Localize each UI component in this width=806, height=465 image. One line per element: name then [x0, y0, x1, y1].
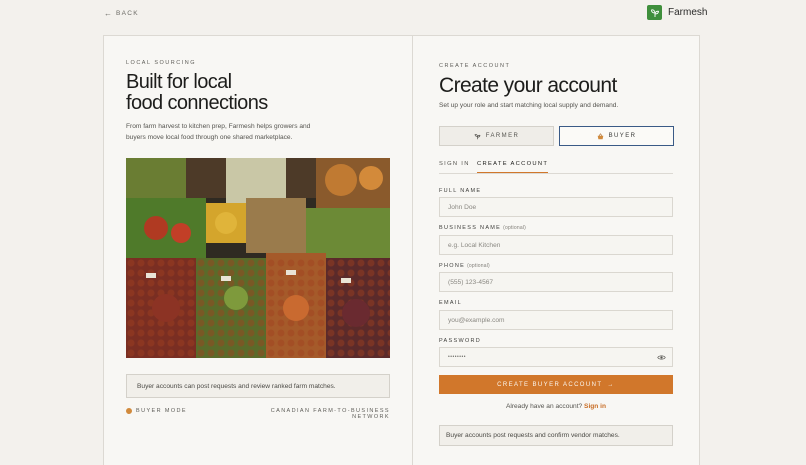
- sign-in-link[interactable]: Sign in: [584, 403, 606, 410]
- phone-label: PHONE (optional): [439, 263, 490, 269]
- buyer-info-box: Buyer accounts post requests and confirm…: [439, 425, 673, 446]
- business-name-optional: (optional): [503, 225, 526, 231]
- email-label: EMAIL: [439, 300, 462, 306]
- intro-panel: LOCAL SOURCING Built for local food conn…: [104, 36, 413, 465]
- mode-label: BUYER MODE: [136, 408, 187, 414]
- phone-input[interactable]: (555) 123-4567: [439, 272, 673, 292]
- create-buyer-account-label: CREATE BUYER ACCOUNT: [497, 381, 603, 388]
- buyer-note: Buyer accounts can post requests and rev…: [126, 374, 390, 398]
- form-eyebrow: CREATE ACCOUNT: [439, 63, 511, 69]
- phone-optional: (optional): [467, 263, 490, 269]
- role-buyer-button[interactable]: BUYER: [559, 126, 674, 146]
- intro-text: From farm harvest to kitchen prep, Farme…: [126, 123, 311, 141]
- headline-line-2: food connections: [126, 92, 268, 114]
- auth-tabs: SIGN IN CREATE ACCOUNT: [439, 158, 673, 174]
- mode-indicator: BUYER MODE: [126, 408, 187, 414]
- sprout-icon: [474, 133, 481, 139]
- produce-photo: [126, 158, 390, 358]
- arrow-left-icon: ←: [104, 9, 112, 18]
- network-label: CANADIAN FARM-TO-BUSINESS NETWORK: [270, 408, 390, 420]
- signup-form-panel: CREATE ACCOUNT Create your account Set u…: [413, 36, 699, 465]
- password-label: PASSWORD: [439, 338, 481, 344]
- signup-card: LOCAL SOURCING Built for local food conn…: [103, 35, 700, 465]
- intro-headline: Built for local food connections: [126, 72, 386, 114]
- full-name-label: FULL NAME: [439, 188, 481, 194]
- full-name-input[interactable]: John Doe: [439, 197, 673, 217]
- password-label-text: PASSWORD: [439, 338, 482, 344]
- phone-label-text: PHONE: [439, 263, 466, 269]
- business-name-input[interactable]: e.g. Local Kitchen: [439, 235, 673, 255]
- form-subtitle: Set up your role and start matching loca…: [439, 102, 619, 109]
- password-input[interactable]: ••••••••: [439, 347, 673, 367]
- business-name-label: BUSINESS NAME (optional): [439, 225, 526, 231]
- back-link[interactable]: ← BACK: [104, 9, 139, 18]
- eye-icon[interactable]: [657, 353, 666, 362]
- headline-line-1: Built for local: [126, 71, 232, 93]
- form-title: Create your account: [439, 74, 617, 97]
- role-farmer-label: FARMER: [485, 133, 520, 139]
- create-buyer-account-button[interactable]: CREATE BUYER ACCOUNT →: [439, 375, 673, 394]
- brand-logo[interactable]: Farmesh: [647, 5, 707, 20]
- password-value: ••••••••: [448, 354, 467, 360]
- sprout-icon: [647, 5, 662, 20]
- intro-eyebrow: LOCAL SOURCING: [126, 60, 197, 66]
- back-label: BACK: [116, 10, 139, 17]
- email-label-text: EMAIL: [439, 300, 463, 306]
- basket-icon: [126, 408, 132, 414]
- have-account-line: Already have an account? Sign in: [439, 403, 673, 410]
- tab-create-account[interactable]: CREATE ACCOUNT: [477, 161, 549, 173]
- role-buyer-label: BUYER: [608, 133, 637, 139]
- full-name-label-text: FULL NAME: [439, 188, 482, 194]
- basket-icon: [597, 132, 603, 139]
- arrow-right-icon: →: [607, 381, 615, 388]
- brand-name: Farmesh: [668, 7, 708, 18]
- role-farmer-button[interactable]: FARMER: [439, 126, 554, 146]
- business-name-label-text: BUSINESS NAME: [439, 225, 502, 231]
- have-account-text: Already have an account?: [505, 403, 583, 410]
- email-input[interactable]: you@example.com: [439, 310, 673, 330]
- tab-sign-in[interactable]: SIGN IN: [439, 161, 470, 172]
